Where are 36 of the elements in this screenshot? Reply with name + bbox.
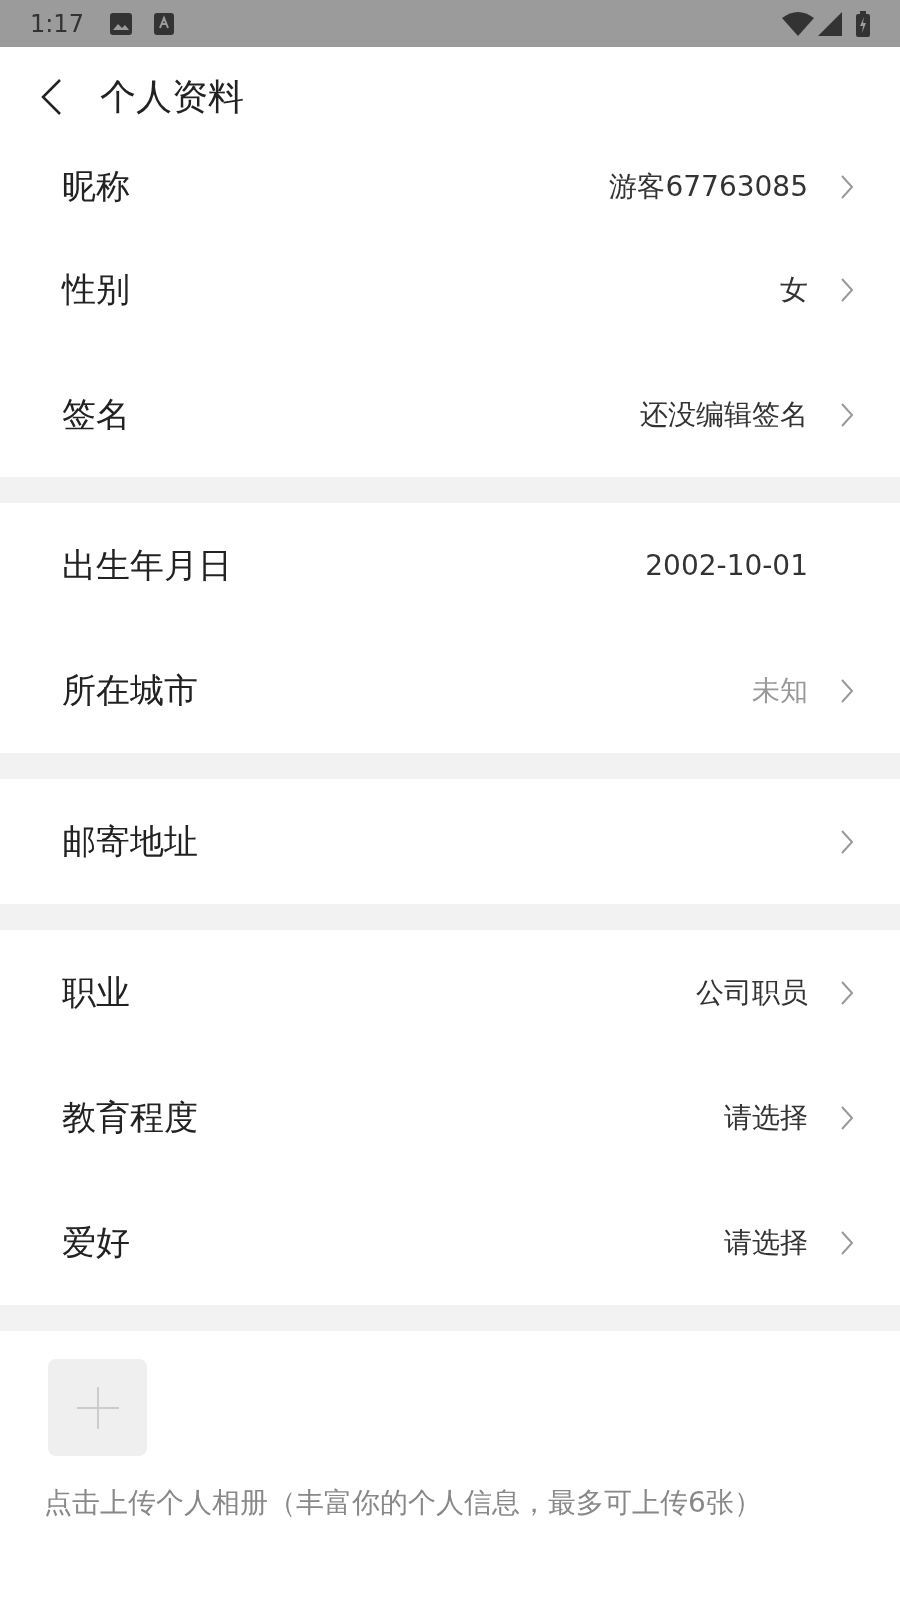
signal-icon — [818, 11, 842, 36]
row-value: 请选择 — [724, 1099, 808, 1136]
status-time: 1:17 — [30, 9, 84, 38]
settings-row[interactable]: 出生年月日 2002-10-01 — [0, 503, 900, 628]
row-value: 未知 — [752, 672, 808, 709]
keyboard-badge-icon — [153, 12, 174, 35]
settings-row[interactable]: 昵称 游客67763085 — [0, 147, 900, 227]
row-label: 出生年月日 — [62, 543, 233, 587]
settings-row[interactable]: 所在城市 未知 — [0, 628, 900, 753]
row-value: 游客67763085 — [609, 169, 808, 205]
settings-row[interactable]: 教育程度 请选择 — [0, 1055, 900, 1180]
image-icon — [109, 12, 132, 35]
row-value: 女 — [780, 271, 808, 308]
plus-icon — [76, 1386, 119, 1429]
row-value: 公司职员 — [696, 974, 808, 1011]
album-hint: 点击上传个人相册（丰富你的个人信息，最多可上传6张） — [44, 1485, 763, 1521]
row-label: 教育程度 — [62, 1095, 199, 1139]
row-label: 签名 — [62, 392, 131, 436]
settings-row[interactable]: 邮寄地址 — [0, 779, 900, 904]
row-label: 职业 — [62, 970, 131, 1014]
battery-icon — [856, 10, 870, 37]
row-label: 爱好 — [62, 1220, 131, 1264]
row-value: 请选择 — [724, 1224, 808, 1261]
row-label: 性别 — [62, 267, 131, 311]
row-label: 昵称 — [62, 165, 131, 208]
settings-row[interactable]: 爱好 请选择 — [0, 1180, 900, 1305]
back-icon[interactable] — [40, 78, 62, 116]
settings-row[interactable]: 性别 女 — [0, 227, 900, 352]
page-title: 个人资料 — [100, 74, 244, 119]
row-label: 邮寄地址 — [62, 819, 199, 863]
row-label: 所在城市 — [62, 668, 199, 712]
row-value: 还没编辑签名 — [640, 396, 808, 433]
row-value: 2002-10-01 — [645, 549, 808, 582]
settings-row[interactable]: 职业 公司职员 — [0, 930, 900, 1055]
wifi-icon — [782, 11, 814, 36]
settings-row[interactable]: 签名 还没编辑签名 — [0, 352, 900, 477]
